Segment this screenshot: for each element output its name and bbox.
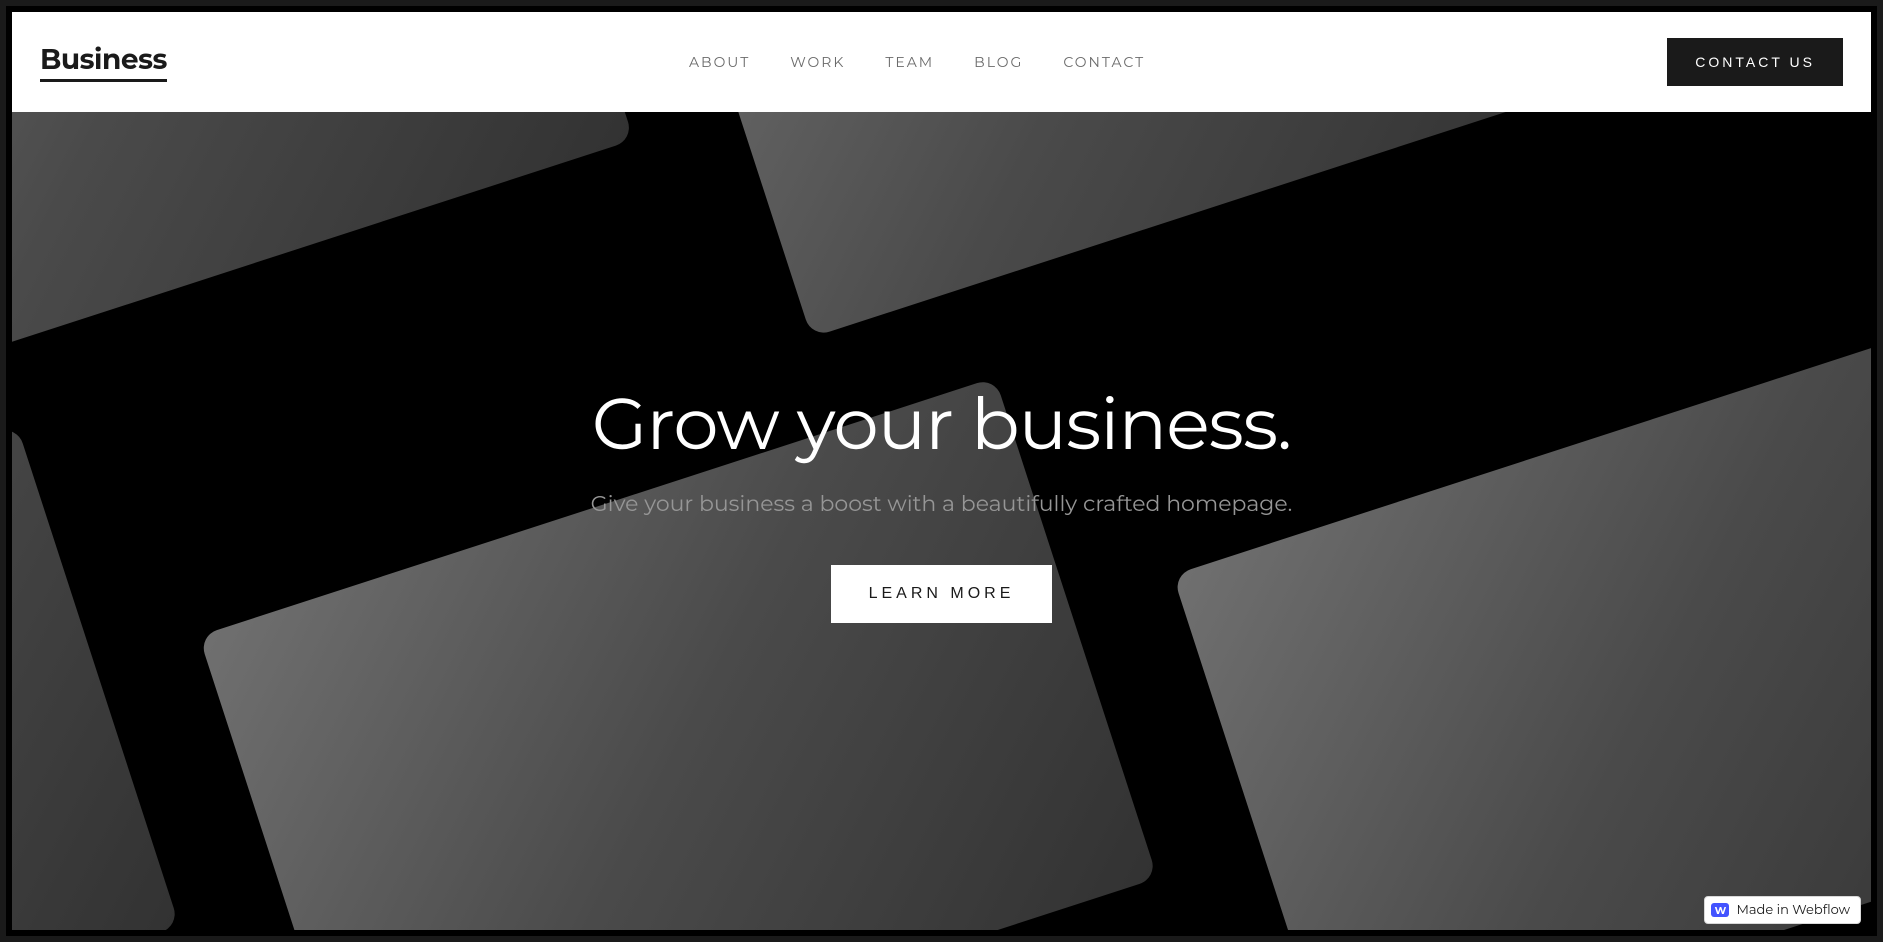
nav-link-team[interactable]: TEAM (885, 53, 934, 71)
nav-links: ABOUT WORK TEAM BLOG CONTACT (689, 53, 1145, 71)
window-inner-frame: Business ABOUT WORK TEAM BLOG CONTACT CO… (12, 12, 1871, 930)
hero-subtitle: Give your business a boost with a beauti… (591, 490, 1293, 517)
webflow-icon: W (1711, 903, 1729, 917)
window-outer-frame: Business ABOUT WORK TEAM BLOG CONTACT CO… (6, 6, 1877, 936)
nav-link-about[interactable]: ABOUT (689, 53, 750, 71)
nav-link-work[interactable]: WORK (790, 53, 845, 71)
nav-link-blog[interactable]: BLOG (974, 53, 1023, 71)
learn-more-button[interactable]: LEARN MORE (831, 565, 1053, 623)
top-nav: Business ABOUT WORK TEAM BLOG CONTACT CO… (12, 12, 1871, 112)
made-in-webflow-badge[interactable]: W Made in Webflow (1704, 896, 1861, 924)
webflow-badge-text: Made in Webflow (1736, 902, 1850, 918)
logo[interactable]: Business (40, 43, 167, 82)
contact-us-button[interactable]: CONTACT US (1667, 38, 1843, 86)
hero-content: Grow your business. Give your business a… (12, 112, 1871, 930)
nav-link-contact[interactable]: CONTACT (1063, 53, 1145, 71)
hero-section: Grow your business. Give your business a… (12, 112, 1871, 930)
hero-title: Grow your business. (592, 380, 1291, 468)
